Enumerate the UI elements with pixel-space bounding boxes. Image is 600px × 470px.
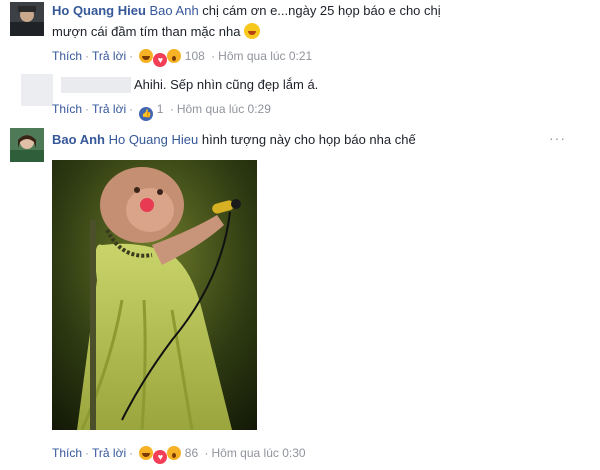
comment-1-line-2: mượn cái đầm tím than mặc nha <box>52 23 261 41</box>
reactions-summary[interactable]: 👍 1 <box>139 102 166 121</box>
tongue-emoji-icon <box>244 23 261 39</box>
comment-author[interactable]: Bao Anh <box>52 132 105 147</box>
reply-link[interactable]: Trả lời <box>92 49 126 63</box>
comment-3-line-1: Bao Anh Ho Quang Hieu hình tượng này cho… <box>52 131 416 149</box>
comment-text: hình tượng này cho họp báo nha chế <box>201 132 416 147</box>
love-reaction-icon: ♥ <box>153 450 168 464</box>
wow-reaction-icon <box>167 49 182 63</box>
comment-3-actions: Thích · Trả lời · ♥ 86 · Hôm qua lúc 0:30 <box>52 446 306 464</box>
like-reaction-icon: 👍 <box>139 107 154 121</box>
comment-photo[interactable] <box>52 160 257 430</box>
comment-text: chị cám ơn e...ngày 25 họp báo e cho chị <box>202 3 441 18</box>
comment-1-actions: Thích · Trả lời · ♥ 108 · Hôm qua lúc 0:21 <box>52 49 313 67</box>
avatar-bao-anh[interactable] <box>10 128 44 162</box>
love-reaction-icon: ♥ <box>153 53 168 67</box>
comment-1-line-1: Ho Quang Hieu Bao Anh chị cám ơn e...ngà… <box>52 2 441 20</box>
reactions-summary[interactable]: ♥ 86 <box>139 446 201 464</box>
avatar-anonymous[interactable] <box>21 74 53 106</box>
reactions-count: 86 <box>184 446 199 460</box>
wow-reaction-icon <box>167 446 182 460</box>
comment-text: mượn cái đầm tím than mặc nha <box>52 24 241 39</box>
more-options-icon[interactable]: ··· <box>549 130 566 146</box>
reply-link[interactable]: Trả lời <box>92 102 126 116</box>
comment-text: Ahihi. Sếp nhìn cũng đẹp lắm á. <box>134 77 319 92</box>
comment-2-line-1: Ahihi. Sếp nhìn cũng đẹp lắm á. <box>134 76 318 94</box>
monkey-in-green-dress-singing-photo <box>52 160 257 430</box>
like-link[interactable]: Thích <box>52 49 82 63</box>
comment-time[interactable]: Hôm qua lúc 0:30 <box>212 446 306 460</box>
comment-tag[interactable]: Bao Anh <box>150 3 199 18</box>
like-link[interactable]: Thích <box>52 102 82 116</box>
reactions-count: 1 <box>156 102 164 116</box>
redacted-author-name <box>61 77 131 93</box>
haha-reaction-icon <box>139 446 154 460</box>
haha-reaction-icon <box>139 49 154 63</box>
comment-tag[interactable]: Ho Quang Hieu <box>109 132 199 147</box>
comment-time[interactable]: Hôm qua lúc 0:29 <box>177 102 271 116</box>
like-link[interactable]: Thích <box>52 446 82 460</box>
comment-author[interactable]: Ho Quang Hieu <box>52 3 146 18</box>
avatar-ho-quang-hieu[interactable] <box>10 2 44 36</box>
comment-time[interactable]: Hôm qua lúc 0:21 <box>218 49 312 63</box>
comment-2-actions: Thích · Trả lời · 👍 1 · Hôm qua lúc 0:29 <box>52 101 271 121</box>
reply-link[interactable]: Trả lời <box>92 446 126 460</box>
reactions-summary[interactable]: ♥ 108 <box>139 49 208 67</box>
reactions-count: 108 <box>184 49 205 63</box>
